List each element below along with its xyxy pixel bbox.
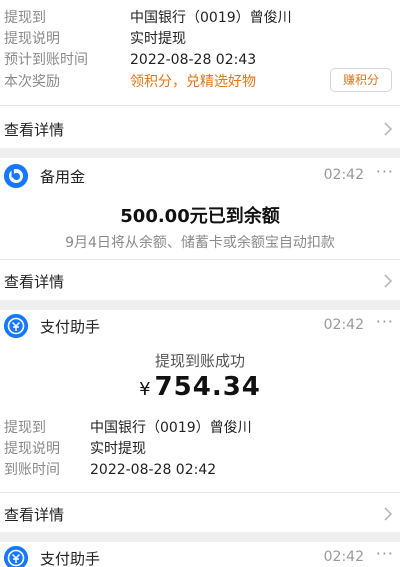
chevron-right-icon	[384, 507, 393, 521]
reward-link[interactable]: 领积分，兑精选好物	[130, 72, 256, 92]
earn-points-button[interactable]: 赚积分	[330, 68, 392, 92]
service-name: 支付助手	[40, 550, 101, 567]
info-label: 预计到账时间	[4, 52, 88, 68]
reserve-fund-logo-icon	[4, 164, 28, 188]
view-details-row[interactable]: 查看详情	[0, 112, 400, 146]
payment-assistant-logo-icon	[4, 546, 28, 567]
withdraw-status: 提现到账成功	[154, 352, 245, 370]
chevron-right-icon	[384, 274, 393, 288]
view-details-label: 查看详情	[4, 273, 65, 291]
withdraw-amount: ¥754.34	[0, 372, 400, 402]
balance-headline: 500.00元已到余额	[120, 206, 280, 227]
info-value: 实时提现	[130, 31, 186, 47]
divider	[0, 105, 400, 106]
card-header: 备用金 02:42 ···	[0, 162, 400, 192]
service-name: 支付助手	[40, 318, 101, 336]
info-label: 提现说明	[4, 441, 60, 457]
more-options-icon[interactable]: ···	[376, 312, 394, 331]
info-value: 中国银行（0019）曾俊川	[90, 420, 252, 436]
view-details-row[interactable]: 查看详情	[0, 264, 400, 298]
info-label: 本次奖励	[4, 74, 60, 90]
service-name: 备用金	[40, 168, 86, 186]
more-options-icon[interactable]: ···	[376, 544, 394, 563]
reserve-fund-card: 备用金 02:42 ··· 500.00元已到余额 9月4日将从余额、储蓄卡或余…	[0, 158, 400, 300]
withdraw-card-top: 提现到 中国银行（0019）曾俊川 提现说明 实时提现 预计到账时间 2022-…	[0, 0, 400, 148]
info-label: 提现到	[4, 10, 46, 26]
info-value: 2022-08-28 02:42	[90, 462, 217, 478]
view-details-row[interactable]: 查看详情	[0, 497, 400, 531]
info-label: 到账时间	[4, 462, 60, 478]
currency-symbol: ¥	[139, 379, 151, 400]
payment-assistant-logo-icon	[4, 314, 28, 338]
info-value: 实时提现	[90, 441, 146, 457]
card-header: 支付助手 02:42 ···	[0, 544, 400, 567]
message-time: 02:42	[323, 549, 364, 565]
payment-assistant-card: 支付助手 02:42 ··· 提现到账成功 ¥754.34 提现到 中国银行（0…	[0, 310, 400, 532]
deduction-notice: 9月4日将从余额、储蓄卡或余额宝自动扣款	[65, 235, 335, 251]
info-value: 中国银行（0019）曾俊川	[130, 10, 292, 26]
chevron-right-icon	[384, 122, 393, 136]
info-label: 提现到	[4, 420, 46, 436]
divider	[0, 492, 400, 493]
info-label: 提现说明	[4, 31, 60, 47]
view-details-label: 查看详情	[4, 506, 65, 524]
info-value: 2022-08-28 02:43	[130, 52, 257, 68]
payment-assistant-card-partial: 支付助手 02:42 ···	[0, 542, 400, 567]
message-time: 02:42	[323, 167, 364, 183]
card-header: 支付助手 02:42 ···	[0, 312, 400, 342]
amount-value: 754.34	[154, 372, 261, 402]
more-options-icon[interactable]: ···	[376, 162, 394, 181]
view-details-label: 查看详情	[4, 121, 65, 139]
divider	[0, 259, 400, 260]
message-time: 02:42	[323, 317, 364, 333]
